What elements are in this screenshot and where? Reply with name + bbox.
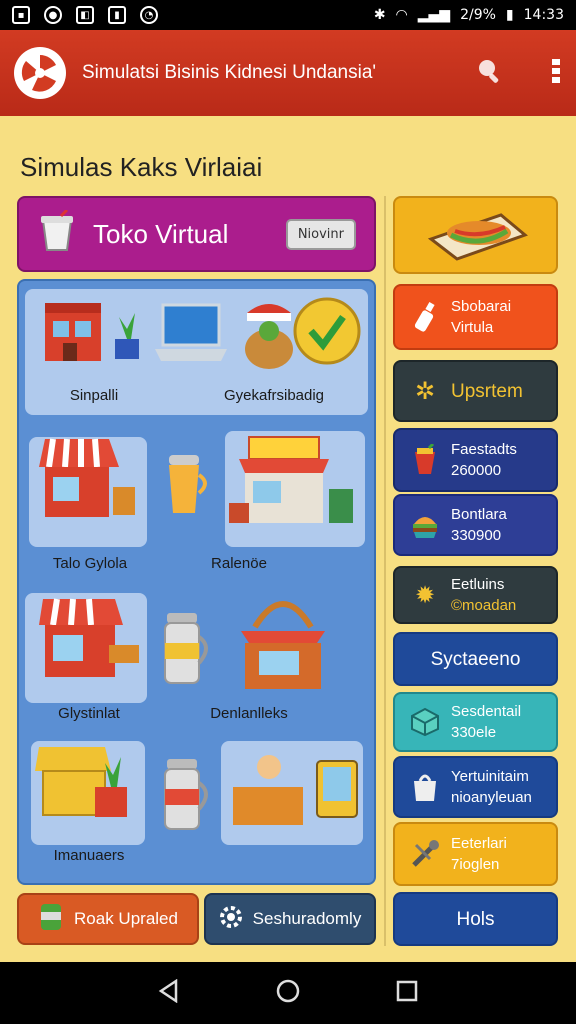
divider [384, 196, 386, 946]
notification-icon: ◔ [140, 6, 158, 24]
side-item-line2: 7ioglen [451, 856, 500, 873]
side-item-line1: Syctaeeno [430, 648, 521, 670]
merchant-icon[interactable] [229, 751, 363, 831]
side-item-2[interactable]: Faestadts 260000 [393, 428, 558, 492]
side-item-line1: Eetluins [451, 576, 505, 593]
package-icon [409, 706, 441, 738]
wifi-icon: ◠ [395, 7, 408, 23]
side-item-line2: 330900 [451, 527, 502, 544]
canister-icon [38, 902, 64, 937]
grid-label: Gyekafrsibadig [223, 387, 325, 404]
shop-building-icon[interactable] [39, 295, 111, 365]
side-item-line1: Faestadts [451, 441, 517, 458]
side-item-line1: Upsrtem [451, 380, 523, 402]
burger-icon [409, 509, 441, 541]
battery-level: 2/9% [460, 7, 496, 23]
market-icon[interactable] [229, 433, 359, 529]
bluetooth-icon: ✱ [373, 7, 386, 23]
canister-icon [164, 759, 208, 830]
side-item-line2: 330ele [451, 724, 497, 741]
upgrade-button[interactable]: Roak Upraled [17, 893, 199, 945]
side-item-line1: Sesdentail [451, 703, 522, 720]
battery-icon: ▮ [505, 7, 514, 23]
grid-label: Glystinlat [58, 705, 120, 722]
side-item-0[interactable]: Sbobarai Virtula [393, 284, 558, 350]
stall-icon[interactable] [35, 743, 135, 823]
side-item-7[interactable]: Yertuinitaim nioanyleuan [393, 756, 558, 818]
app-bar: Simulatsi Bisinis Kidnesi Undansia' [0, 30, 576, 116]
toko-virtual-header[interactable]: Toko Virtual Niovinr [17, 196, 376, 272]
side-item-1[interactable]: ✲ Upsrtem [393, 360, 558, 422]
tools-icon [409, 838, 441, 870]
side-item-line2: nioanyleuan [451, 789, 532, 806]
side-item-line2: ©moadan [451, 597, 517, 614]
side-item-line2: Virtula [451, 319, 494, 336]
toko-title: Toko Virtual [93, 218, 229, 249]
canister-icon [164, 613, 208, 684]
grid-label: Talo Gylola [52, 555, 128, 572]
side-item-line1: Yertuinitaim [451, 768, 529, 785]
side-item-9[interactable]: Hols [393, 892, 558, 946]
settings-label: Seshuradomly [252, 909, 362, 928]
basket-check-icon[interactable] [239, 291, 363, 375]
app-title: Simulatsi Bisinis Kidnesi Undansia' [82, 62, 377, 83]
home-icon[interactable] [275, 978, 301, 1008]
plant-icon [115, 313, 139, 359]
store-grid: Sinpalli Gyekafrsibadig Talo Gylola Rale… [17, 279, 376, 885]
gear-icon [219, 905, 243, 934]
upgrade-label: Roak Upraled [74, 909, 178, 928]
grid-label: Imanuaers [53, 847, 125, 864]
recents-icon[interactable] [396, 980, 418, 1006]
side-item-3[interactable]: Bontlara 330900 [393, 494, 558, 556]
shopping-basket-icon[interactable] [235, 587, 331, 697]
kiosk-icon[interactable] [39, 595, 143, 685]
main-content: Simulas Kaks Virlaiai Toko Virtual Niovi… [0, 116, 576, 962]
page-title: Simulas Kaks Virlaiai [20, 152, 263, 182]
notification-icon: ▮ [108, 6, 126, 24]
settings-button[interactable]: Seshuradomly [204, 893, 376, 945]
side-item-line2: 260000 [451, 462, 502, 479]
sun-gear-icon: ✹ [414, 581, 436, 609]
side-item-5[interactable]: Syctaeeno [393, 632, 558, 686]
bag-icon [409, 771, 441, 803]
grid-label: Ralenöe [211, 555, 267, 572]
side-item-line1: Eeterlari [451, 835, 507, 852]
side-item-line1: Hols [456, 908, 495, 930]
sandwich-icon [427, 213, 528, 261]
more-menu-icon[interactable] [550, 57, 562, 89]
system-navigation-bar [0, 962, 576, 1024]
app-logo-icon[interactable] [14, 47, 66, 99]
side-item-line1: Bontlara [451, 506, 507, 523]
laptop-icon[interactable] [153, 301, 229, 365]
notification-icon: ◧ [76, 6, 94, 24]
side-item-6[interactable]: Sesdentail 330ele [393, 692, 558, 752]
back-icon[interactable] [158, 978, 180, 1007]
notification-icon: ● [44, 6, 62, 24]
cup-icon [169, 455, 207, 513]
clock: 14:33 [523, 7, 564, 23]
food-banner[interactable] [393, 196, 558, 274]
side-item-8[interactable]: Eeterlari 7ioglen [393, 822, 558, 886]
gear-icon: ✲ [414, 377, 436, 405]
cup-icon [37, 208, 77, 258]
side-item-4[interactable]: ✹ Eetluins ©moadan [393, 566, 558, 624]
side-item-line1: Sbobarai [451, 298, 512, 315]
drink-icon [409, 444, 441, 476]
search-icon[interactable] [476, 57, 504, 89]
notification-icon: ▪ [12, 6, 30, 24]
toko-action-button[interactable]: Niovinr [285, 218, 356, 250]
signal-icon: ▂▄▆ [417, 7, 451, 23]
status-bar: ▪ ● ◧ ▮ ◔ ✱ ◠ ▂▄▆ 2/9% ▮ 14:33 [0, 0, 576, 30]
grid-label: Denlanlleks [210, 705, 288, 722]
grid-label: Sinpalli [69, 387, 119, 404]
storefront-icon[interactable] [39, 433, 139, 529]
bottle-icon [409, 301, 441, 333]
